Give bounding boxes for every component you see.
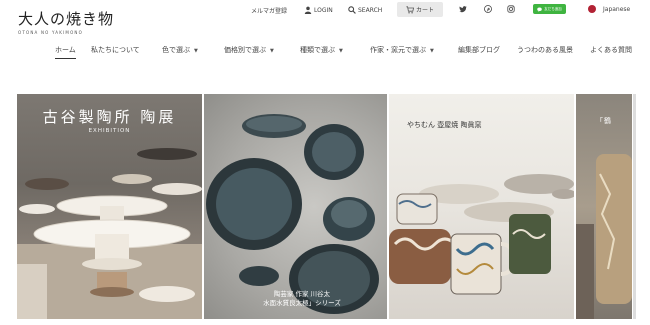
- nav-item-about[interactable]: 私たちについて: [91, 45, 140, 55]
- nav-item-label: うつわのある風景: [517, 46, 573, 54]
- nav-item-price[interactable]: 価格別で選ぶ ▼: [224, 45, 274, 55]
- twitter-icon: [459, 6, 467, 13]
- search-label: SEARCH: [358, 6, 383, 14]
- login-link[interactable]: LOGIN: [304, 6, 333, 14]
- nav-item-label: 種類で選ぶ: [300, 46, 335, 54]
- search-link[interactable]: SEARCH: [348, 6, 382, 14]
- caret-down-icon: ▼: [339, 48, 343, 54]
- caret-down-icon: ▼: [270, 48, 274, 54]
- nav-item-label: 作家・窯元で選ぶ: [370, 46, 426, 54]
- caret-down-icon: ▼: [430, 48, 434, 54]
- newsletter-link[interactable]: メルマガ登録: [251, 6, 287, 15]
- logo-text-en: OTONA NO YAKIMONO: [18, 30, 83, 35]
- hero-panel-exhibition[interactable]: 古谷製陶所 陶展 EXHIBITION: [17, 94, 202, 319]
- cart-icon: [406, 5, 414, 14]
- nav-item-label: よくある質問: [590, 46, 632, 54]
- nav-item-label: ホーム: [55, 46, 76, 54]
- instagram-icon: [507, 5, 515, 13]
- nav-item-label: 色で選ぶ: [162, 46, 190, 54]
- main-nav: ホーム 私たちについて 色で選ぶ ▼ 価格別で選ぶ ▼ 種類で選ぶ ▼ 作家・窯元で選…: [0, 45, 650, 61]
- hero-panel-yachimun[interactable]: やちむん 壺屋焼 陶眞窯: [389, 94, 574, 319]
- nav-item-label: 編集部ブログ: [458, 46, 500, 54]
- pottery-photo-blue-glaze: [206, 114, 379, 314]
- nav-item-scenery[interactable]: うつわのある風景: [517, 45, 573, 55]
- caption-line-2: 水面水質良太極」シリーズ: [263, 299, 341, 307]
- nav-item-faq[interactable]: よくある質問: [590, 45, 632, 55]
- language-label: Japanese: [603, 5, 631, 13]
- hero-panel-partial[interactable]: 「鶴: [576, 94, 632, 319]
- line-label: 友だち追加: [544, 6, 562, 11]
- login-label: LOGIN: [314, 6, 333, 14]
- user-icon: [304, 6, 312, 14]
- nav-item-type[interactable]: 種類で選ぶ ▼: [300, 45, 343, 55]
- panel-title: やちむん 壺屋焼 陶眞窯: [407, 121, 482, 129]
- japan-flag-icon: [588, 5, 596, 13]
- nav-item-blog[interactable]: 編集部ブログ: [458, 45, 500, 55]
- pinterest-link[interactable]: [484, 5, 492, 13]
- nav-item-color[interactable]: 色で選ぶ ▼: [162, 45, 198, 55]
- twitter-link[interactable]: [459, 5, 467, 13]
- cart-button[interactable]: カート: [397, 2, 443, 17]
- carousel-scrollbar[interactable]: [633, 94, 636, 319]
- cart-label: カート: [415, 7, 434, 14]
- instagram-link[interactable]: [507, 5, 515, 13]
- pottery-photo-gold-vase: [576, 154, 632, 319]
- nav-item-label: 私たちについて: [91, 46, 140, 54]
- nav-item-artist[interactable]: 作家・窯元で選ぶ ▼: [370, 45, 434, 55]
- panel-caption: 陶芸家 作家 川谷太 水面水質良太極」シリーズ: [242, 290, 362, 308]
- utility-bar: メルマガ登録 LOGIN SEARCH カート 友だち追加 Japanese: [0, 0, 650, 22]
- search-icon: [348, 6, 356, 14]
- line-add-friend-button[interactable]: 友だち追加: [533, 4, 566, 14]
- panel-subtitle: EXHIBITION: [88, 128, 131, 134]
- pinterest-icon: [484, 5, 492, 13]
- panel-title: 古谷製陶所 陶展: [42, 108, 177, 126]
- line-chat-icon: [537, 6, 542, 12]
- nav-item-home[interactable]: ホーム: [55, 45, 76, 59]
- nav-item-label: 価格別で選ぶ: [224, 46, 266, 54]
- language-selector[interactable]: Japanese: [588, 5, 630, 13]
- caption-line-1: 陶芸家 作家 川谷太: [273, 290, 331, 298]
- caret-down-icon: ▼: [194, 48, 198, 54]
- hero-panel-artist-series[interactable]: 陶芸家 作家 川谷太 水面水質良太極」シリーズ: [204, 94, 387, 319]
- panel-title: 「鶴: [596, 117, 612, 125]
